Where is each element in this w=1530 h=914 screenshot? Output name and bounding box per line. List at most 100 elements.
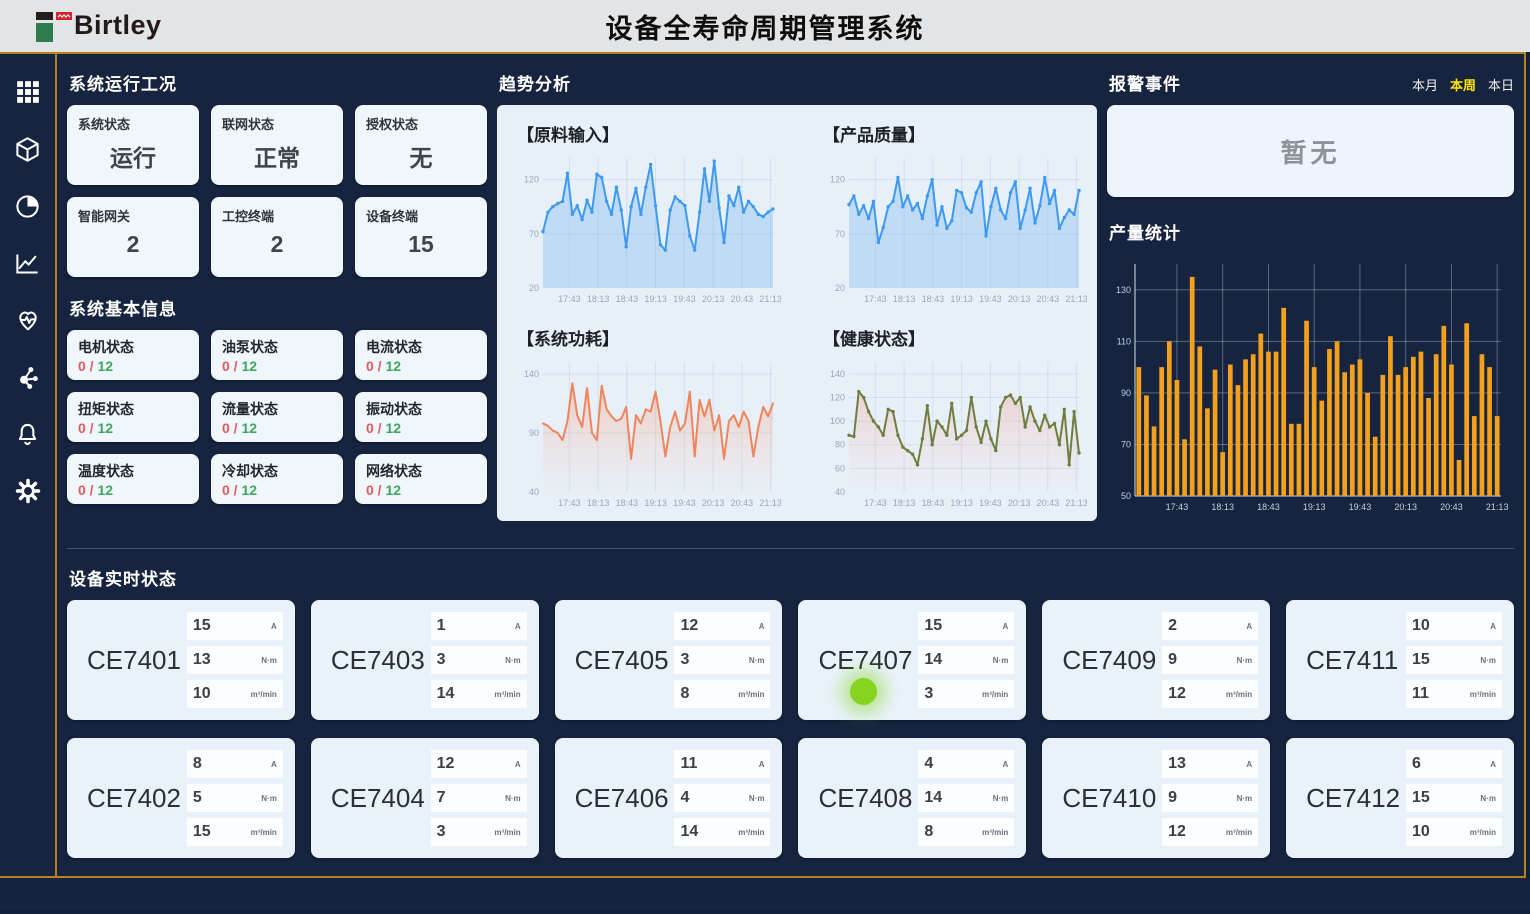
count-current: 0 / [366, 358, 382, 374]
metric-value: 3 [924, 685, 933, 703]
device-name: CE7403 [331, 645, 431, 676]
bell-icon[interactable] [14, 420, 42, 448]
info-card: 网络状态0 / 12 [355, 454, 487, 504]
card-value: 无 [366, 139, 476, 173]
metric-unit: N·m [505, 656, 521, 665]
card-label: 工控终端 [222, 206, 332, 225]
metric-row: 10 A [1406, 612, 1502, 640]
svg-text:21:13: 21:13 [759, 294, 781, 304]
metric-row: 3m³/min [918, 680, 1014, 708]
device-card-ce7406[interactable]: CE7406 11A 4N·m 14m³/min [555, 738, 783, 858]
metric-value: 15 [924, 617, 942, 635]
apps-grid-icon[interactable] [14, 78, 42, 106]
device-card-ce7402[interactable]: CE7402 8A 5N·m 15m³/min [67, 738, 295, 858]
metric-value: 13 [1168, 755, 1186, 773]
svg-text:19:43: 19:43 [673, 294, 696, 304]
metric-row: 15N·m [1406, 646, 1502, 674]
svg-text:18:13: 18:13 [1211, 502, 1234, 512]
card-label: 冷却状态 [222, 461, 332, 481]
device-card-ce7412[interactable]: CE7412 6A 15N·m 10m³/min [1286, 738, 1514, 858]
card-label: 授权状态 [366, 114, 476, 133]
metric-value: 3 [437, 823, 446, 841]
svg-text:21:13: 21:13 [1486, 502, 1509, 512]
metric-row: 14m³/min [431, 680, 527, 708]
card-value: 2 [222, 231, 332, 258]
device-card-ce7409[interactable]: CE7409 2A 9N·m 12m³/min [1042, 600, 1270, 720]
count-total: 12 [97, 420, 113, 436]
metric-value: 14 [680, 823, 698, 841]
metric-unit: m³/min [251, 690, 277, 699]
device-card-ce7401[interactable]: CE7401 15A 13N·m 10m³/min [67, 600, 295, 720]
device-card-ce7403[interactable]: CE7403 1A 3N·m 14m³/min [311, 600, 539, 720]
metric-row: 3m³/min [431, 818, 527, 846]
count-total: 12 [97, 358, 113, 374]
device-card-ce7407[interactable]: CE7407 15A 14N·m 3m³/min [798, 600, 1026, 720]
metric-row: 8m³/min [918, 818, 1014, 846]
svg-text:18:13: 18:13 [893, 498, 916, 508]
metric-unit: m³/min [1226, 828, 1252, 837]
info-card: 油泵状态0 / 12 [211, 330, 343, 380]
card-label: 智能网关 [78, 206, 188, 225]
settings-gear-icon[interactable] [14, 477, 42, 505]
device-card-ce7408[interactable]: CE7408 4A 14N·m 8m³/min [798, 738, 1026, 858]
metric-value: 7 [437, 789, 446, 807]
device-card-ce7404[interactable]: CE7404 12A 7N·m 3m³/min [311, 738, 539, 858]
metric-value: 2 [1168, 617, 1177, 635]
metric-unit: A [515, 760, 521, 769]
count-total: 12 [385, 358, 401, 374]
status-card: 授权状态无 [355, 105, 487, 185]
metric-row: 10m³/min [187, 680, 283, 708]
card-label: 设备终端 [366, 206, 476, 225]
info-card: 扭矩状态0 / 12 [67, 392, 199, 442]
metric-value: 10 [1412, 823, 1430, 841]
health-monitor-icon[interactable] [14, 306, 42, 334]
svg-text:19:13: 19:13 [644, 294, 667, 304]
metric-row: 12m³/min [1162, 680, 1258, 708]
count-current: 0 / [222, 482, 238, 498]
card-label: 温度状态 [78, 461, 188, 481]
line-chart-icon[interactable] [14, 249, 42, 277]
tab-week[interactable]: 本周 [1450, 75, 1476, 94]
alarm-title: 报警事件 [1109, 70, 1181, 95]
svg-text:17:43: 17:43 [1166, 502, 1189, 512]
svg-text:120: 120 [830, 392, 845, 402]
metric-value: 5 [193, 789, 202, 807]
metric-unit: N·m [261, 794, 277, 803]
metric-row: 9N·m [1162, 784, 1258, 812]
topology-icon[interactable] [14, 363, 42, 391]
metric-unit: A [1490, 622, 1496, 631]
cube-icon[interactable] [14, 135, 42, 163]
metric-row: 9N·m [1162, 646, 1258, 674]
tab-day[interactable]: 本日 [1488, 75, 1514, 94]
chart-raw-input: 【原料输入】 17:4318:1318:4319:1319:4320:1320:… [515, 117, 781, 313]
trend-panel: 【原料输入】 17:4318:1318:4319:1319:4320:1320:… [497, 105, 1097, 521]
svg-text:18:13: 18:13 [893, 294, 916, 304]
metric-row: 4A [918, 750, 1014, 778]
metric-row: 8A [187, 750, 283, 778]
svg-text:70: 70 [529, 229, 539, 239]
svg-text:40: 40 [835, 487, 845, 497]
svg-text:40: 40 [529, 487, 539, 497]
info-card: 冷却状态0 / 12 [211, 454, 343, 504]
device-card-ce7411[interactable]: CE7411 10A 15N·m 11m³/min [1286, 600, 1514, 720]
metric-row: 2A [1162, 612, 1258, 640]
svg-text:70: 70 [835, 229, 845, 239]
metric-unit: N·m [749, 794, 765, 803]
metric-unit: m³/min [494, 690, 520, 699]
metric-value: 10 [1412, 617, 1430, 635]
footer-strip [0, 878, 1530, 910]
metric-value: 1 [437, 617, 446, 635]
app-header: Birtley 设备全寿命周期管理系统 [0, 0, 1530, 52]
metric-unit: N·m [1237, 656, 1253, 665]
device-card-ce7405[interactable]: CE7405 12A 3N·m 8m³/min [555, 600, 783, 720]
svg-text:100: 100 [830, 416, 845, 426]
metric-row: 14N·m [918, 784, 1014, 812]
tab-month[interactable]: 本月 [1412, 75, 1438, 94]
svg-text:20:43: 20:43 [731, 498, 754, 508]
device-card-ce7410[interactable]: CE7410 13A 9N·m 12m³/min [1042, 738, 1270, 858]
pie-chart-icon[interactable] [14, 192, 42, 220]
metric-value: 8 [680, 685, 689, 703]
metric-unit: m³/min [251, 828, 277, 837]
alarm-empty-card: 暂无 [1107, 105, 1514, 197]
svg-text:90: 90 [529, 428, 539, 438]
